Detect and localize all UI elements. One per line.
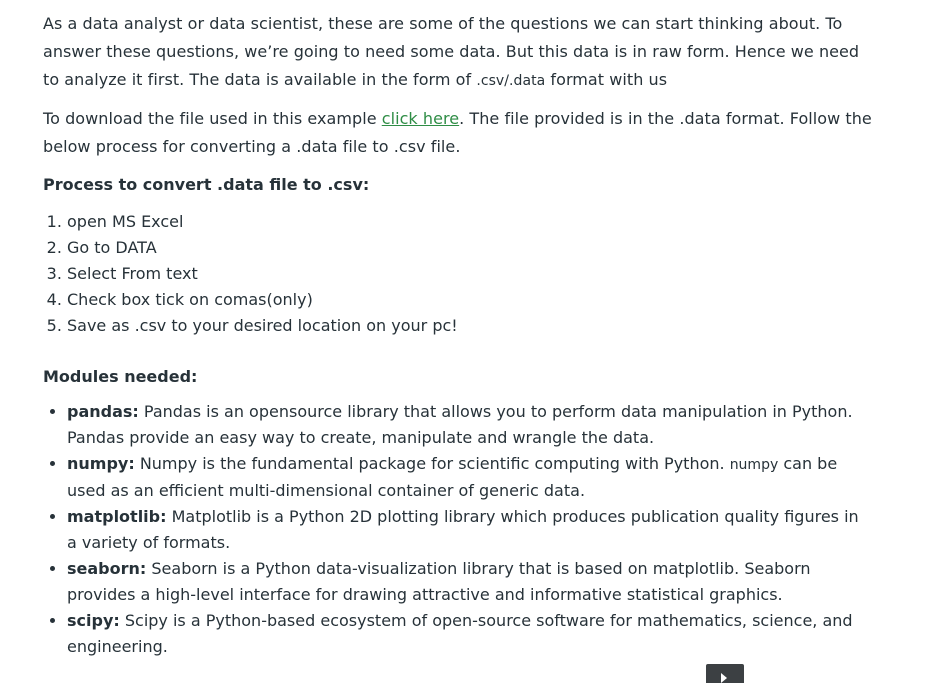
list-item: open MS Excel bbox=[67, 209, 873, 235]
module-name: seaborn: bbox=[67, 559, 147, 578]
module-item-pandas: pandas: Pandas is an opensource library … bbox=[67, 399, 873, 451]
play-arrow-icon bbox=[721, 673, 727, 683]
module-name: matplotlib: bbox=[67, 507, 167, 526]
modules-heading: Modules needed: bbox=[43, 367, 198, 386]
module-item-numpy: numpy: Numpy is the fundamental package … bbox=[67, 451, 873, 504]
module-desc: Scipy is a Python-based ecosystem of ope… bbox=[67, 611, 853, 656]
intro-paragraph: As a data analyst or data scientist, the… bbox=[43, 10, 873, 95]
list-item: Save as .csv to your desired location on… bbox=[67, 313, 873, 339]
module-desc: Seaborn is a Python data-visualization l… bbox=[67, 559, 811, 604]
download-text-before: To download the file used in this exampl… bbox=[43, 109, 382, 128]
process-heading: Process to convert .data file to .csv: bbox=[43, 175, 370, 194]
module-name: scipy: bbox=[67, 611, 120, 630]
module-item-scipy: scipy: Scipy is a Python-based ecosystem… bbox=[67, 608, 873, 660]
play-button[interactable] bbox=[706, 664, 744, 683]
modules-list: pandas: Pandas is an opensource library … bbox=[43, 399, 873, 660]
module-desc: Pandas is an opensource library that all… bbox=[67, 402, 853, 447]
list-item: Select From text bbox=[67, 261, 873, 287]
process-steps-list: open MS Excel Go to DATA Select From tex… bbox=[43, 209, 873, 339]
list-item: Go to DATA bbox=[67, 235, 873, 261]
module-name: pandas: bbox=[67, 402, 139, 421]
module-item-matplotlib: matplotlib: Matplotlib is a Python 2D pl… bbox=[67, 504, 873, 556]
intro-text-after: format with us bbox=[545, 70, 668, 89]
intro-text: As a data analyst or data scientist, the… bbox=[43, 14, 860, 89]
article-content: As a data analyst or data scientist, the… bbox=[43, 10, 873, 660]
download-link[interactable]: click here bbox=[382, 109, 459, 128]
module-name: numpy: bbox=[67, 454, 135, 473]
inline-code: .csv/.data bbox=[476, 73, 546, 89]
module-desc: Numpy is the fundamental package for sci… bbox=[134, 454, 730, 473]
list-item: Check box tick on comas(only) bbox=[67, 287, 873, 313]
module-item-seaborn: seaborn: Seaborn is a Python data-visual… bbox=[67, 556, 873, 608]
download-paragraph: To download the file used in this exampl… bbox=[43, 105, 873, 161]
inline-code: numpy bbox=[729, 457, 779, 473]
module-desc: Matplotlib is a Python 2D plotting libra… bbox=[67, 507, 859, 552]
